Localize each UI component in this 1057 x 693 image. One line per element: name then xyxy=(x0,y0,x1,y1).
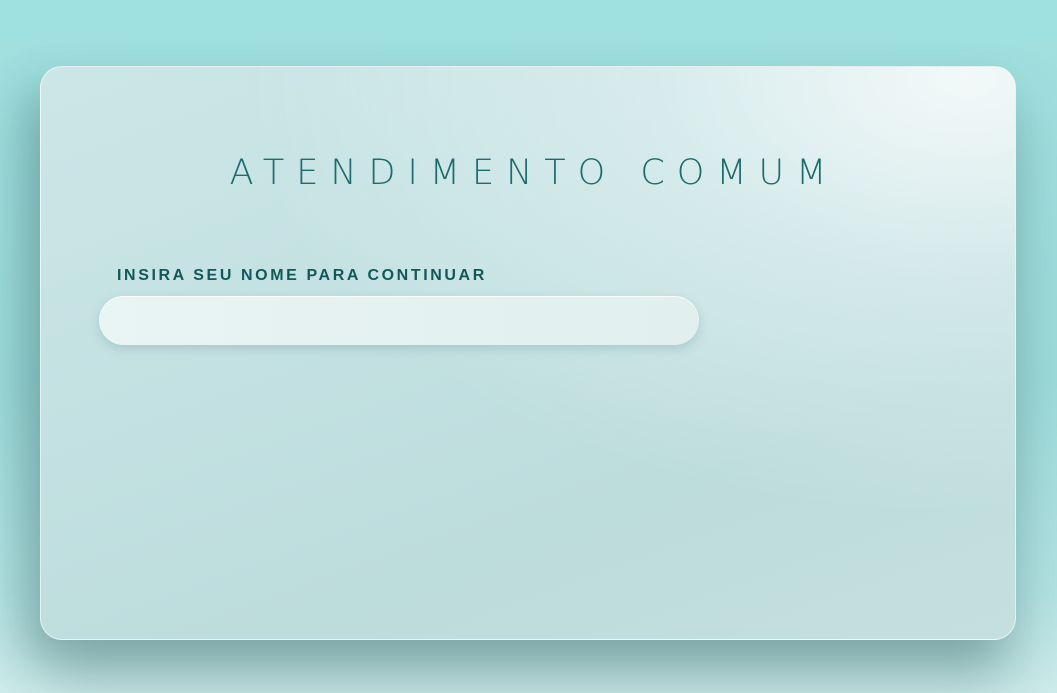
name-field-label: INSIRA SEU NOME PARA CONTINUAR xyxy=(117,267,487,284)
page-title: ATENDIMENTO COMUM xyxy=(229,153,839,193)
login-card: ATENDIMENTO COMUM INSIRA SEU NOME PARA C… xyxy=(40,66,1016,640)
name-input[interactable] xyxy=(99,296,699,345)
